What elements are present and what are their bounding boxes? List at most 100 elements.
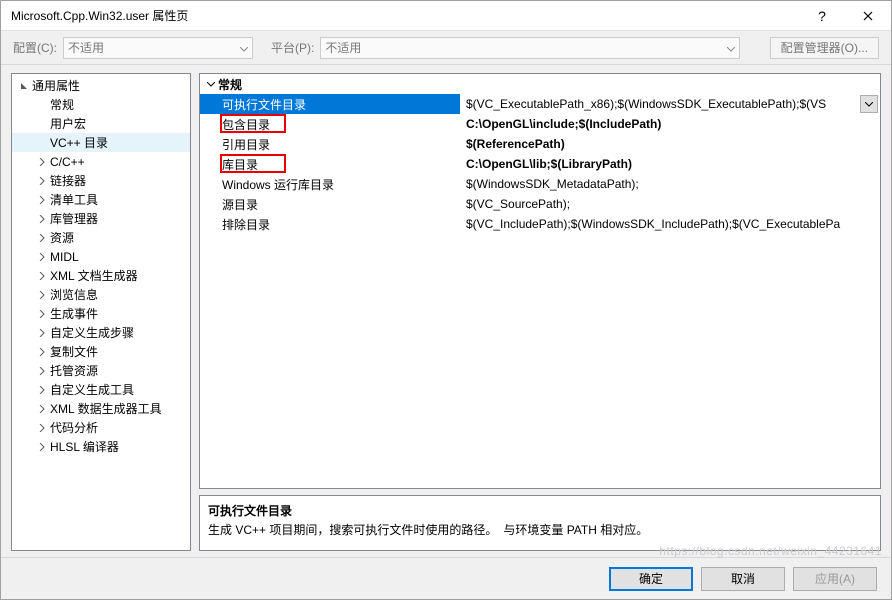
grid-row[interactable]: 引用目录$(ReferencePath) [200, 134, 880, 154]
property-pages-window: Microsoft.Cpp.Win32.user 属性页 ? 配置(C): 不适… [0, 0, 892, 600]
tree-item[interactable]: 复制文件 [12, 342, 190, 361]
grid-cell-value[interactable]: $(VC_IncludePath);$(WindowsSDK_IncludePa… [460, 214, 880, 234]
grid-row[interactable]: Windows 运行库目录$(WindowsSDK_MetadataPath); [200, 174, 880, 194]
tree-item-label: 资源 [50, 229, 74, 246]
tree-item[interactable]: C/C++ [12, 152, 190, 171]
close-button[interactable] [845, 1, 891, 31]
caret-right-icon [36, 386, 48, 394]
grid-row[interactable]: 排除目录$(VC_IncludePath);$(WindowsSDK_Inclu… [200, 214, 880, 234]
description-panel: 可执行文件目录 生成 VC++ 项目期间，搜索可执行文件时使用的路径。 与环境变… [199, 495, 881, 551]
cancel-button[interactable]: 取消 [701, 567, 785, 591]
tree-item-label: 清单工具 [50, 191, 98, 208]
tree-root[interactable]: 通用属性 [12, 76, 190, 95]
help-button[interactable]: ? [799, 1, 845, 31]
tree-item[interactable]: VC++ 目录 [12, 133, 190, 152]
tree-item-label: XML 数据生成器工具 [50, 400, 162, 417]
tree-item-label: C/C++ [50, 155, 85, 169]
tree-item-label: XML 文档生成器 [50, 267, 138, 284]
caret-right-icon [36, 291, 48, 299]
footer: 确定 取消 应用(A) [1, 557, 891, 599]
grid-cell-name[interactable]: 库目录 [200, 154, 460, 174]
caret-right-icon [36, 405, 48, 413]
grid-row[interactable]: 可执行文件目录$(VC_ExecutablePath_x86);$(Window… [200, 94, 880, 114]
tree-item[interactable]: XML 文档生成器 [12, 266, 190, 285]
tree-item[interactable]: 生成事件 [12, 304, 190, 323]
close-icon [863, 11, 873, 21]
grid-cell-value[interactable]: C:\OpenGL\include;$(IncludePath) [460, 114, 880, 134]
caret-right-icon [36, 272, 48, 280]
config-value: 不适用 [68, 39, 104, 56]
right-pane: 常规 可执行文件目录$(VC_ExecutablePath_x86);$(Win… [199, 73, 881, 551]
grid-cell-value[interactable]: C:\OpenGL\lib;$(LibraryPath) [460, 154, 880, 174]
caret-right-icon [36, 348, 48, 356]
config-label: 配置(C): [13, 39, 57, 56]
config-bar: 配置(C): 不适用 平台(P): 不适用 配置管理器(O)... [1, 31, 891, 65]
window-title: Microsoft.Cpp.Win32.user 属性页 [11, 7, 799, 24]
tree-item[interactable]: 链接器 [12, 171, 190, 190]
grid-cell-value[interactable]: $(ReferencePath) [460, 134, 880, 154]
caret-right-icon [36, 443, 48, 451]
platform-select[interactable]: 不适用 [320, 37, 740, 59]
tree-item-label: HLSL 编译器 [50, 438, 119, 455]
platform-value: 不适用 [325, 39, 361, 56]
tree-item-label: 代码分析 [50, 419, 98, 436]
tree-item[interactable]: 代码分析 [12, 418, 190, 437]
grid-cell-value[interactable]: $(WindowsSDK_MetadataPath); [460, 174, 880, 194]
tree-item[interactable]: 资源 [12, 228, 190, 247]
grid-row[interactable]: 库目录C:\OpenGL\lib;$(LibraryPath) [200, 154, 880, 174]
caret-down-icon [204, 82, 218, 87]
apply-button[interactable]: 应用(A) [793, 567, 877, 591]
grid-cell-value[interactable]: $(VC_SourcePath); [460, 194, 880, 214]
caret-right-icon [36, 234, 48, 242]
dropdown-button[interactable] [860, 95, 878, 113]
tree-item-label: MIDL [50, 250, 79, 264]
grid-cell-name[interactable]: 可执行文件目录 [200, 94, 460, 114]
tree-item[interactable]: 托管资源 [12, 361, 190, 380]
tree-item[interactable]: 常规 [12, 95, 190, 114]
tree-item-label: 浏览信息 [50, 286, 98, 303]
description-title: 可执行文件目录 [208, 502, 872, 519]
tree-item[interactable]: MIDL [12, 247, 190, 266]
grid-row[interactable]: 包含目录C:\OpenGL\include;$(IncludePath) [200, 114, 880, 134]
grid-cell-name[interactable]: 源目录 [200, 194, 460, 214]
chevron-down-icon [727, 41, 735, 55]
grid-cell-name[interactable]: 包含目录 [200, 114, 460, 134]
tree-item[interactable]: 清单工具 [12, 190, 190, 209]
config-select[interactable]: 不适用 [63, 37, 253, 59]
tree-item-label: 复制文件 [50, 343, 98, 360]
titlebar: Microsoft.Cpp.Win32.user 属性页 ? [1, 1, 891, 31]
caret-right-icon [36, 367, 48, 375]
tree-item[interactable]: 自定义生成步骤 [12, 323, 190, 342]
grid-row[interactable]: 源目录$(VC_SourcePath); [200, 194, 880, 214]
tree-item[interactable]: 浏览信息 [12, 285, 190, 304]
grid-cell-name[interactable]: Windows 运行库目录 [200, 174, 460, 194]
grid-cell-name[interactable]: 引用目录 [200, 134, 460, 154]
tree-item-label: 生成事件 [50, 305, 98, 322]
chevron-down-icon [240, 41, 248, 55]
config-manager-button[interactable]: 配置管理器(O)... [770, 37, 879, 59]
grid-section-header[interactable]: 常规 [200, 74, 880, 94]
caret-right-icon [36, 310, 48, 318]
tree-item[interactable]: 自定义生成工具 [12, 380, 190, 399]
tree-item-label: 自定义生成步骤 [50, 324, 134, 341]
tree-item[interactable]: XML 数据生成器工具 [12, 399, 190, 418]
ok-button[interactable]: 确定 [609, 567, 693, 591]
grid-cell-value[interactable]: $(VC_ExecutablePath_x86);$(WindowsSDK_Ex… [460, 94, 880, 114]
property-grid: 常规 可执行文件目录$(VC_ExecutablePath_x86);$(Win… [199, 73, 881, 489]
tree-item-label: 常规 [50, 96, 74, 113]
grid-body: 常规 可执行文件目录$(VC_ExecutablePath_x86);$(Win… [200, 74, 880, 488]
tree-item-label: 链接器 [50, 172, 86, 189]
caret-right-icon [36, 253, 48, 261]
tree-item[interactable]: 用户宏 [12, 114, 190, 133]
tree-item-label: VC++ 目录 [50, 134, 108, 151]
content-area: 通用属性 常规用户宏 VC++ 目录 C/C++ 链接器清单工具库管理器资源 MIDL X… [1, 65, 891, 557]
tree-item[interactable]: HLSL 编译器 [12, 437, 190, 456]
caret-down-icon [18, 82, 30, 90]
caret-right-icon [36, 329, 48, 337]
grid-cell-name[interactable]: 排除目录 [200, 214, 460, 234]
tree-item[interactable]: 库管理器 [12, 209, 190, 228]
sidebar-tree[interactable]: 通用属性 常规用户宏 VC++ 目录 C/C++ 链接器清单工具库管理器资源 MIDL X… [11, 73, 191, 551]
caret-right-icon [36, 196, 48, 204]
tree-item-label: 自定义生成工具 [50, 381, 134, 398]
tree-item-label: 用户宏 [50, 115, 86, 132]
